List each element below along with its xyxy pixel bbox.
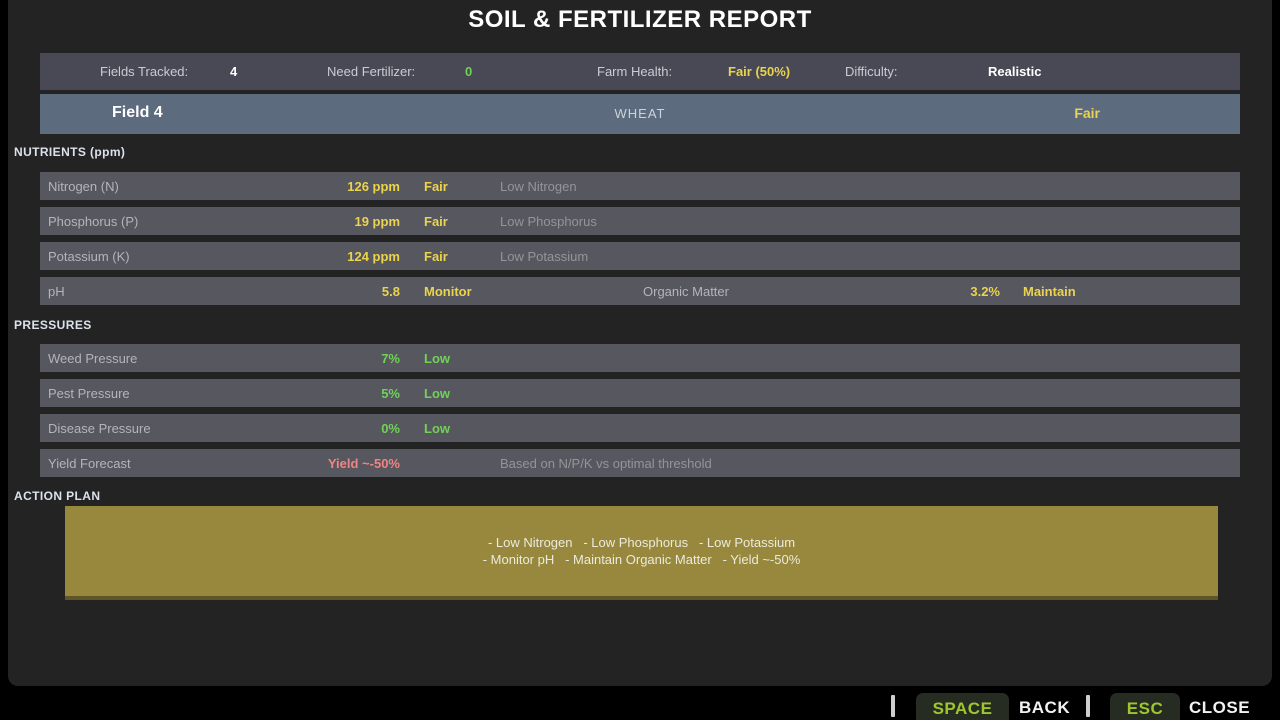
need-fertilizer-label: Need Fertilizer: — [327, 64, 415, 79]
ph-status: Monitor — [424, 284, 472, 299]
farm-health-label: Farm Health: — [597, 64, 672, 79]
difficulty-value: Realistic — [988, 64, 1041, 79]
nutrients-section-label: NUTRIENTS (ppm) — [14, 145, 125, 159]
pressure-value: 5% — [290, 386, 400, 401]
pressure-status: Low — [424, 386, 450, 401]
soil-fertilizer-report-screen: SOIL & FERTILIZER REPORT Fields Tracked:… — [0, 0, 1280, 720]
nutrient-note: Low Potassium — [500, 249, 588, 264]
yield-note: Based on N/P/K vs optimal threshold — [500, 456, 712, 471]
need-fertilizer-value: 0 — [465, 64, 472, 79]
fields-tracked-label: Fields Tracked: — [100, 64, 188, 79]
footer-separator — [1086, 695, 1090, 717]
farm-health-value: Fair (50%) — [728, 64, 790, 79]
ph-row: pH 5.8 Monitor Organic Matter 3.2% Maint… — [40, 277, 1240, 305]
nutrient-label: Potassium (K) — [48, 249, 130, 264]
pressure-label: Weed Pressure — [48, 351, 137, 366]
footer-bar: SPACE BACK ESC CLOSE — [0, 686, 1280, 720]
pressures-section-label: PRESSURES — [14, 318, 92, 332]
pressure-row-weed: Weed Pressure 7% Low — [40, 344, 1240, 372]
action-plan-section-label: ACTION PLAN — [14, 489, 100, 503]
footer-separator — [891, 695, 895, 717]
close-button[interactable]: CLOSE — [1189, 698, 1250, 718]
nutrient-label: Nitrogen (N) — [48, 179, 119, 194]
action-plan-line-1: - Low Nitrogen - Low Phosphorus - Low Po… — [488, 534, 795, 551]
field-crop: WHEAT — [40, 106, 1240, 121]
pressure-value: 7% — [290, 351, 400, 366]
ph-value: 5.8 — [290, 284, 400, 299]
organic-matter-label: Organic Matter — [643, 284, 729, 299]
pressure-status: Low — [424, 421, 450, 436]
difficulty-label: Difficulty: — [845, 64, 898, 79]
pressure-label: Pest Pressure — [48, 386, 130, 401]
pressure-row-pest: Pest Pressure 5% Low — [40, 379, 1240, 407]
field-header-row: Field 4 WHEAT Fair — [40, 94, 1240, 134]
page-title: SOIL & FERTILIZER REPORT — [8, 6, 1272, 34]
ph-label: pH — [48, 284, 65, 299]
organic-matter-value: 3.2% — [890, 284, 1000, 299]
back-button[interactable]: BACK — [1019, 698, 1070, 718]
stats-bar: Fields Tracked: 4 Need Fertilizer: 0 Far… — [40, 53, 1240, 90]
nutrient-row-nitrogen: Nitrogen (N) 126 ppm Fair Low Nitrogen — [40, 172, 1240, 200]
nutrient-status: Fair — [424, 179, 448, 194]
nutrient-note: Low Nitrogen — [500, 179, 577, 194]
report-panel: SOIL & FERTILIZER REPORT Fields Tracked:… — [8, 0, 1272, 686]
nutrient-label: Phosphorus (P) — [48, 214, 138, 229]
space-key-button[interactable]: SPACE — [916, 693, 1009, 720]
pressure-row-disease: Disease Pressure 0% Low — [40, 414, 1240, 442]
action-plan-line-2: - Monitor pH - Maintain Organic Matter -… — [483, 551, 801, 568]
nutrient-status: Fair — [424, 249, 448, 264]
field-status-badge: Fair — [1074, 105, 1100, 121]
fields-tracked-value: 4 — [230, 64, 237, 79]
pressure-status: Low — [424, 351, 450, 366]
nutrient-value: 19 ppm — [290, 214, 400, 229]
nutrient-value: 124 ppm — [290, 249, 400, 264]
pressure-label: Disease Pressure — [48, 421, 151, 436]
nutrient-row-phosphorus: Phosphorus (P) 19 ppm Fair Low Phosphoru… — [40, 207, 1240, 235]
nutrient-note: Low Phosphorus — [500, 214, 597, 229]
nutrient-value: 126 ppm — [290, 179, 400, 194]
yield-value: Yield ~-50% — [250, 456, 400, 471]
action-plan-box: - Low Nitrogen - Low Phosphorus - Low Po… — [65, 506, 1218, 600]
nutrient-row-potassium: Potassium (K) 124 ppm Fair Low Potassium — [40, 242, 1240, 270]
pressure-value: 0% — [290, 421, 400, 436]
yield-forecast-row: Yield Forecast Yield ~-50% Based on N/P/… — [40, 449, 1240, 477]
yield-label: Yield Forecast — [48, 456, 131, 471]
nutrient-status: Fair — [424, 214, 448, 229]
esc-key-button[interactable]: ESC — [1110, 693, 1180, 720]
organic-matter-status: Maintain — [1023, 284, 1076, 299]
